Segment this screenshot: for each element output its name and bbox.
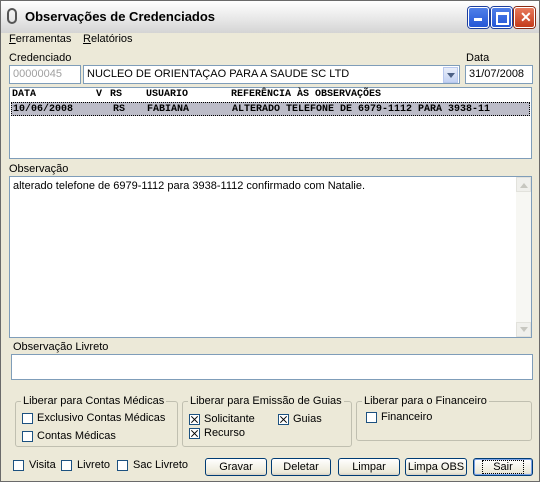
scroll-up-icon[interactable] — [516, 177, 531, 192]
guias-group-title: Liberar para Emissão de Guias — [188, 395, 344, 407]
solicitante-label[interactable]: Solicitante — [204, 413, 255, 425]
paperclip-icon — [7, 8, 17, 24]
credenciado-code-field[interactable]: 00000045 — [9, 65, 81, 84]
maximize-button[interactable] — [491, 7, 512, 28]
visita-checkbox[interactable] — [13, 460, 24, 471]
observacao-livreto-label: Observação Livreto — [13, 341, 109, 353]
data-label: Data — [466, 52, 490, 64]
observacao-livreto-field[interactable] — [11, 354, 533, 380]
close-icon: ✕ — [520, 9, 532, 25]
table-row[interactable]: 10/06/2008 RS FABIANA ALTERADO TELEFONE … — [11, 102, 530, 116]
emissao-guias-group: Liberar para Emissão de Guias Solicitant… — [182, 395, 352, 447]
observacao-textarea[interactable]: alterado telefone de 6979-1112 para 3938… — [9, 176, 532, 338]
recurso-checkbox[interactable] — [189, 428, 200, 439]
observacao-scrollbar[interactable] — [516, 177, 531, 337]
data-field[interactable]: 31/07/2008 — [465, 65, 533, 84]
contas-group-title: Liberar para Contas Médicas — [21, 395, 167, 407]
cell-referencia: ALTERADO TELEFONE DE 6979-1112 PARA 3938… — [232, 104, 491, 115]
menu-ferramentas-accel: F — [9, 33, 16, 45]
menu-relatorios-label: elatórios — [90, 33, 133, 45]
cell-data: 10/06/2008 — [13, 104, 74, 115]
visita-label[interactable]: Visita — [29, 459, 56, 471]
menu-bar: Ferramentas Relatórios — [1, 33, 539, 48]
financeiro-group-title: Liberar para o Financeiro — [362, 395, 489, 407]
credenciado-name-combo[interactable]: NUCLEO DE ORIENTAÇAO PARA A SAUDE SC LTD — [83, 65, 460, 84]
col-referencia[interactable]: REFERÊNCIA ÀS OBSERVAÇÕES — [231, 89, 381, 100]
col-usuario[interactable]: USUARIO — [146, 89, 188, 100]
title-bar[interactable]: Observações de Credenciados ✕ — [1, 1, 539, 33]
chevron-down-icon[interactable] — [443, 67, 458, 83]
credenciado-name-value: NUCLEO DE ORIENTAÇAO PARA A SAUDE SC LTD — [87, 68, 350, 80]
menu-ferramentas-label: erramentas — [15, 33, 72, 45]
financeiro-group: Liberar para o Financeiro Financeiro — [356, 395, 532, 441]
window-title: Observações de Credenciados — [25, 9, 216, 24]
col-rs[interactable]: RS — [110, 89, 122, 100]
contas-medicas-checkbox[interactable] — [22, 431, 33, 442]
main-window: Observações de Credenciados ✕ Ferramenta… — [0, 0, 540, 482]
deletar-button[interactable]: Deletar — [271, 458, 331, 476]
observations-grid[interactable]: DATA V RS USUARIO REFERÊNCIA ÀS OBSERVAÇ… — [9, 87, 532, 159]
observacao-text: alterado telefone de 6979-1112 para 3938… — [13, 180, 366, 192]
guias-checkbox[interactable] — [278, 414, 289, 425]
livreto-label[interactable]: Livreto — [77, 459, 110, 471]
sair-button[interactable]: Sair — [473, 458, 533, 476]
livreto-checkbox[interactable] — [61, 460, 72, 471]
grid-header: DATA V RS USUARIO REFERÊNCIA ÀS OBSERVAÇ… — [10, 88, 531, 101]
credenciado-label: Credenciado — [9, 52, 72, 64]
exclusivo-contas-label[interactable]: Exclusivo Contas Médicas — [37, 412, 165, 424]
col-data[interactable]: DATA — [12, 89, 36, 100]
sac-livreto-checkbox[interactable] — [117, 460, 128, 471]
cell-rs: RS — [113, 104, 126, 115]
sair-label: Sair — [482, 460, 524, 474]
limpa-obs-button[interactable]: Limpa OBS — [405, 458, 467, 476]
contas-medicas-label[interactable]: Contas Médicas — [37, 430, 116, 442]
menu-relatorios-accel: R — [83, 33, 91, 45]
minimize-button[interactable] — [468, 7, 489, 28]
menu-relatorios[interactable]: Relatórios — [83, 33, 133, 45]
close-button[interactable]: ✕ — [514, 7, 535, 28]
col-v[interactable]: V — [96, 89, 102, 100]
recurso-label[interactable]: Recurso — [204, 427, 245, 439]
exclusivo-contas-checkbox[interactable] — [22, 413, 33, 424]
cell-usuario: FABIANA — [147, 104, 190, 115]
solicitante-checkbox[interactable] — [189, 414, 200, 425]
scroll-down-icon[interactable] — [516, 322, 531, 337]
limpar-button[interactable]: Limpar — [338, 458, 400, 476]
financeiro-label[interactable]: Financeiro — [381, 411, 432, 423]
menu-ferramentas[interactable]: Ferramentas — [9, 33, 71, 45]
sac-livreto-label[interactable]: Sac Livreto — [133, 459, 188, 471]
financeiro-checkbox[interactable] — [366, 412, 377, 423]
observacao-label: Observação — [9, 163, 69, 175]
guias-label[interactable]: Guias — [293, 413, 322, 425]
gravar-button[interactable]: Gravar — [205, 458, 267, 476]
contas-medicas-group: Liberar para Contas Médicas Exclusivo Co… — [15, 395, 178, 447]
